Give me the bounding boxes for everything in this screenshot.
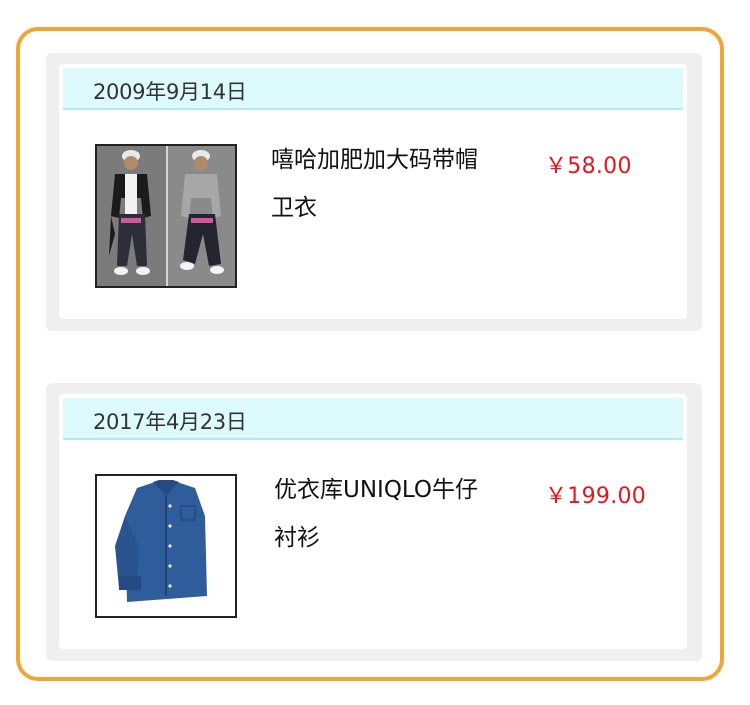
product-title[interactable]: 优衣库UNIQLO牛仔 衬衫: [274, 466, 519, 562]
product-title-line: 嘻哈加肥加大码带帽: [271, 147, 478, 173]
product-price: ￥199.00: [545, 484, 647, 509]
order-card: 2009年9月14日 嘻哈加肥加大码带帽 卫衣 ￥58.00: [46, 53, 702, 331]
order-card-body[interactable]: 2009年9月14日 嘻哈加肥加大码带帽 卫衣 ￥58.00: [59, 64, 687, 319]
order-card: 2017年4月23日 优衣库UNIQLO牛仔 衬衫 ￥199.00: [46, 383, 702, 661]
order-card-body[interactable]: 2017年4月23日 优衣库UNIQLO牛仔 衬衫 ￥199.00: [59, 394, 687, 649]
hoodie-product-photo-icon: [97, 146, 235, 286]
order-date-bar: 2009年9月14日: [63, 68, 683, 110]
product-title-line: 卫衣: [271, 195, 317, 221]
product-title-line: 衬衫: [274, 525, 320, 551]
product-thumbnail[interactable]: [95, 474, 237, 618]
product-title-line: 优衣库UNIQLO牛仔: [274, 477, 479, 503]
product-price: ￥58.00: [545, 154, 632, 179]
product-title[interactable]: 嘻哈加肥加大码带帽 卫衣: [271, 136, 516, 232]
order-date-bar: 2017年4月23日: [63, 398, 683, 440]
order-date: 2017年4月23日: [93, 410, 247, 434]
order-date: 2009年9月14日: [93, 80, 247, 104]
product-thumbnail[interactable]: [95, 144, 237, 288]
denim-shirt-product-photo-icon: [97, 476, 235, 616]
